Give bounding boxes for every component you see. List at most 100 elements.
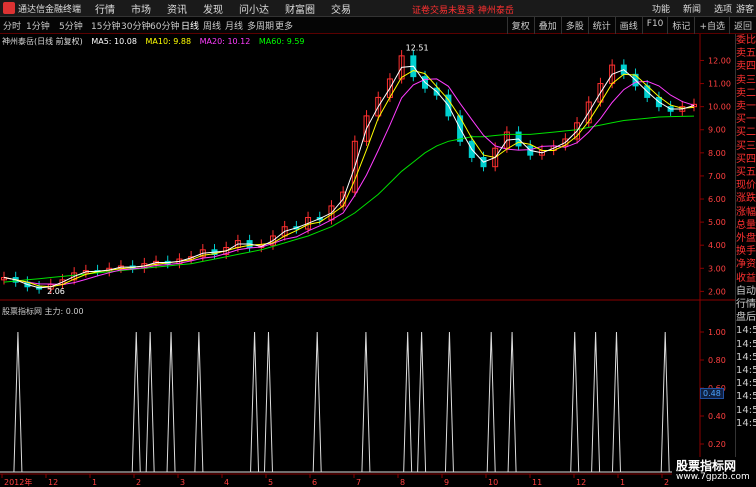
menu-options[interactable]: 选项 bbox=[714, 2, 732, 15]
ma10-label: MA10: 9.88 bbox=[145, 37, 192, 46]
overlay-button[interactable]: 叠加 bbox=[533, 17, 561, 34]
tf-30min[interactable]: 30分钟 bbox=[121, 19, 150, 32]
side-panel-item[interactable]: 净资 bbox=[736, 258, 756, 271]
side-panel-item[interactable]: 买三 bbox=[736, 140, 756, 153]
app-logo-icon bbox=[3, 2, 15, 14]
add-watchlist-button[interactable]: +自选 bbox=[694, 17, 729, 34]
tf-15min[interactable]: 15分钟 bbox=[91, 19, 120, 32]
x-tick-label: 4 bbox=[224, 478, 229, 487]
watermark-url: www.7gpzb.com bbox=[676, 472, 750, 482]
kline-chart[interactable]: 12.0011.0010.009.008.007.006.005.004.003… bbox=[0, 34, 735, 487]
side-panel-item[interactable]: 总量 bbox=[736, 219, 756, 232]
tf-1min[interactable]: 1分钟 bbox=[26, 19, 50, 32]
price-tick-label: 4.00 bbox=[708, 241, 726, 250]
side-panel-item[interactable]: 14:50 bbox=[736, 404, 756, 417]
side-panel-item[interactable]: 自动 bbox=[736, 285, 756, 298]
back-button[interactable]: 返回 bbox=[728, 17, 756, 34]
menu-ask[interactable]: 问小达 bbox=[239, 1, 269, 16]
x-tick-label: 1 bbox=[92, 478, 97, 487]
side-panel-item[interactable]: 委比 bbox=[736, 34, 756, 47]
side-panel-item[interactable]: 卖三 bbox=[736, 74, 756, 87]
side-panel-item[interactable]: 外盘 bbox=[736, 232, 756, 245]
ma5-label: MA5: 10.08 bbox=[91, 37, 137, 46]
side-panel-item[interactable]: 14:50 bbox=[736, 324, 756, 337]
side-panel-item[interactable]: 买一 bbox=[736, 113, 756, 126]
menu-function[interactable]: 功能 bbox=[652, 2, 670, 15]
price-tick-label: 7.00 bbox=[708, 172, 726, 181]
menu-wealth[interactable]: 财富圈 bbox=[285, 1, 315, 16]
side-panel-item[interactable]: 买五 bbox=[736, 166, 756, 179]
toolbar-right: 复权 叠加 多股 统计 画线 F10 标记 +自选 返回 bbox=[506, 17, 756, 34]
indicator-tick-label: 0.80 bbox=[708, 356, 726, 365]
tf-monthly[interactable]: 月线 bbox=[225, 19, 243, 32]
menu-news-right[interactable]: 新闻 bbox=[683, 2, 701, 15]
side-panel-item[interactable]: 卖一 bbox=[736, 100, 756, 113]
x-tick-label: 2 bbox=[136, 478, 141, 487]
x-tick-label: 12 bbox=[576, 478, 586, 487]
tf-more[interactable]: 更多 bbox=[275, 19, 293, 32]
tf-weekly[interactable]: 周线 bbox=[203, 19, 221, 32]
x-tick-label: 12 bbox=[48, 478, 58, 487]
tf-intraday[interactable]: 分时 bbox=[3, 19, 21, 32]
menu-market[interactable]: 市场 bbox=[131, 1, 151, 16]
stock-name-label: 神州泰岳(日线 前复权) bbox=[2, 37, 83, 46]
draw-line-button[interactable]: 画线 bbox=[614, 17, 642, 34]
mark-button[interactable]: 标记 bbox=[667, 17, 694, 34]
side-panel-item[interactable]: 现价 bbox=[736, 179, 756, 192]
indicator-value-box: 0.48 bbox=[700, 388, 724, 399]
ma20-label: MA20: 10.12 bbox=[199, 37, 251, 46]
tf-5min[interactable]: 5分钟 bbox=[59, 19, 83, 32]
side-panel-item[interactable]: 买二 bbox=[736, 126, 756, 139]
x-tick-label: 8 bbox=[400, 478, 405, 487]
menu-trade[interactable]: 交易 bbox=[331, 1, 351, 16]
side-panel-item[interactable]: 卖五 bbox=[736, 47, 756, 60]
side-panel-item[interactable]: 盘后 bbox=[736, 311, 756, 324]
ma-legend: 神州泰岳(日线 前复权) MA5: 10.08 MA10: 9.88 MA20:… bbox=[2, 36, 311, 47]
x-tick-label: 3 bbox=[180, 478, 185, 487]
price-tick-label: 12.00 bbox=[708, 56, 731, 65]
multi-stock-button[interactable]: 多股 bbox=[560, 17, 588, 34]
high-price-label: 12.51 bbox=[406, 44, 429, 53]
side-panel-item[interactable]: 14:50 bbox=[736, 364, 756, 377]
price-tick-label: 6.00 bbox=[708, 195, 726, 204]
menu-discover[interactable]: 发现 bbox=[203, 1, 223, 16]
x-tick-label: 7 bbox=[356, 478, 361, 487]
side-panel-item[interactable]: 换手 bbox=[736, 245, 756, 258]
restore-rights-button[interactable]: 复权 bbox=[506, 17, 534, 34]
price-tick-label: 8.00 bbox=[708, 149, 726, 158]
side-panel-item[interactable]: 14:50 bbox=[736, 417, 756, 430]
menu-quotes[interactable]: 行情 bbox=[95, 1, 115, 16]
side-panel-item[interactable]: 涨幅 bbox=[736, 206, 756, 219]
price-tick-label: 11.00 bbox=[708, 80, 731, 89]
price-tick-label: 5.00 bbox=[708, 218, 726, 227]
side-panel-item[interactable]: 收益 bbox=[736, 272, 756, 285]
side-panel-item[interactable]: 涨跌 bbox=[736, 192, 756, 205]
x-tick-label: 11 bbox=[532, 478, 542, 487]
side-panel-item[interactable]: 14:50 bbox=[736, 351, 756, 364]
indicator-tick-label: 0.40 bbox=[708, 412, 726, 421]
f10-button[interactable]: F10 bbox=[641, 17, 668, 34]
side-panel-item[interactable]: 14:50 bbox=[736, 338, 756, 351]
tf-multi[interactable]: 多周期 bbox=[247, 19, 274, 32]
x-tick-label: 1 bbox=[620, 478, 625, 487]
side-panel-item[interactable]: 14:50 bbox=[736, 377, 756, 390]
side-panel-item[interactable]: 卖四 bbox=[736, 60, 756, 73]
x-tick-label: 6 bbox=[312, 478, 317, 487]
indicator-title: 股票指标网 主力: 0.00 bbox=[2, 307, 84, 316]
tf-daily[interactable]: 日线 bbox=[181, 19, 199, 32]
x-tick-label: 5 bbox=[268, 478, 273, 487]
menu-news[interactable]: 资讯 bbox=[167, 1, 187, 16]
guest-label[interactable]: 游客 bbox=[736, 2, 754, 15]
side-panel-item[interactable]: 14:50 bbox=[736, 390, 756, 403]
tf-60min[interactable]: 60分钟 bbox=[150, 19, 179, 32]
indicator-legend: 股票指标网 主力: 0.00 bbox=[2, 306, 84, 317]
side-panel-item[interactable]: 行情 bbox=[736, 298, 756, 311]
low-price-label: 2.06 bbox=[47, 287, 65, 296]
side-panel-item[interactable]: 卖二 bbox=[736, 87, 756, 100]
trade-login-notice[interactable]: 证卷交易未登录 神州泰岳 bbox=[412, 3, 514, 16]
indicator-tick-label: 0.20 bbox=[708, 440, 726, 449]
stats-button[interactable]: 统计 bbox=[587, 17, 615, 34]
price-tick-label: 3.00 bbox=[708, 264, 726, 273]
price-tick-label: 9.00 bbox=[708, 126, 726, 135]
side-panel-item[interactable]: 买四 bbox=[736, 153, 756, 166]
